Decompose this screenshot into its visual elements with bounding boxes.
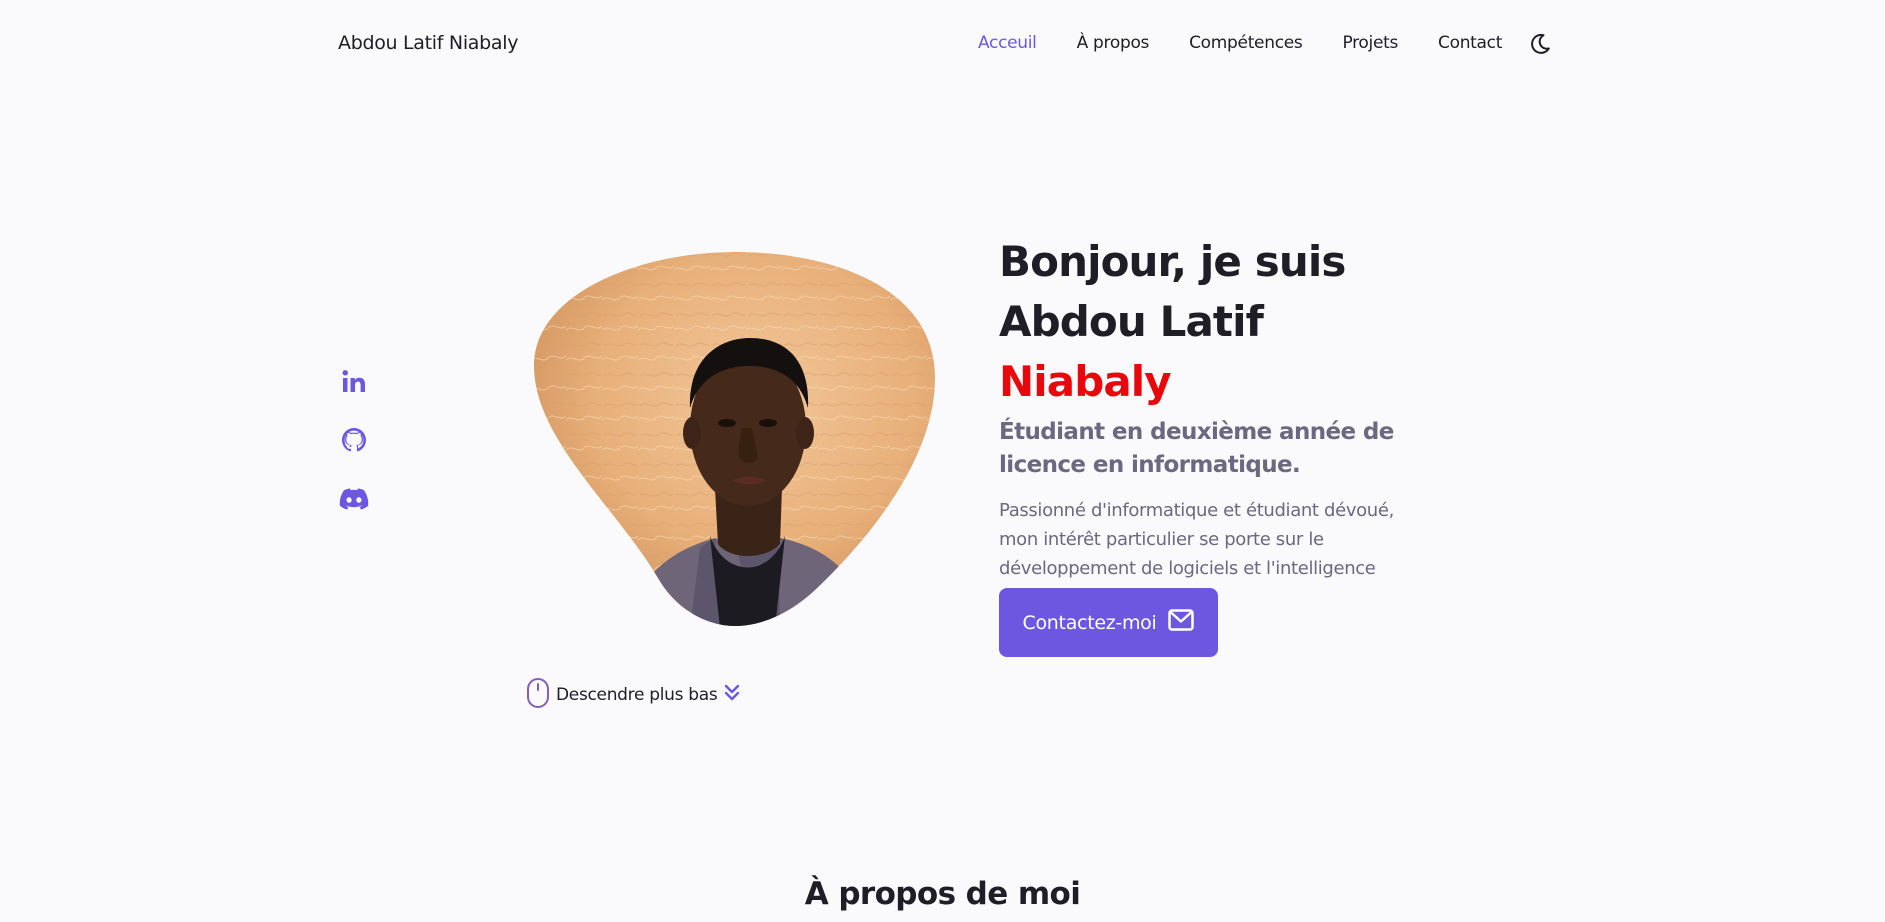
hero-title-name: Abdou Latif (999, 297, 1264, 346)
discord-icon[interactable] (338, 482, 370, 514)
hero-title: Bonjour, je suis Abdou Latif Niabaly (999, 232, 1419, 412)
envelope-icon (1168, 609, 1195, 636)
hero-text: Bonjour, je suis Abdou Latif Niabaly Étu… (999, 232, 1419, 612)
contact-button[interactable]: Contactez-moi (999, 588, 1218, 657)
profile-photo (530, 248, 940, 628)
about-section-title: À propos de moi (804, 876, 1081, 912)
nav-item-acceuil[interactable]: Acceuil (978, 33, 1037, 53)
github-icon[interactable] (338, 424, 370, 456)
site-logo[interactable]: Abdou Latif Niabaly (338, 32, 518, 54)
hero-title-line1: Bonjour, je suis (999, 237, 1346, 286)
moon-icon[interactable] (1528, 32, 1552, 56)
scroll-down-link[interactable]: Descendre plus bas (526, 677, 741, 713)
double-chevron-down-icon (723, 683, 741, 707)
linkedin-icon[interactable] (338, 366, 370, 398)
scroll-down-label: Descendre plus bas (556, 685, 718, 705)
nav-item-projets[interactable]: Projets (1342, 33, 1398, 53)
nav-item-contact[interactable]: Contact (1438, 33, 1502, 53)
site-header: Abdou Latif Niabaly Acceuil À propos Com… (0, 0, 1885, 88)
nav-item-a-propos[interactable]: À propos (1077, 33, 1150, 53)
hero-title-highlight: Niabaly (999, 357, 1172, 406)
nav-item-competences[interactable]: Compétences (1189, 33, 1303, 53)
main-nav: Acceuil À propos Compétences Projets Con… (978, 33, 1542, 53)
mouse-icon (526, 677, 550, 713)
social-links (338, 366, 370, 540)
hero-subtitle: Étudiant en deuxième année de licence en… (999, 419, 1394, 478)
contact-button-label: Contactez-moi (1022, 611, 1157, 634)
